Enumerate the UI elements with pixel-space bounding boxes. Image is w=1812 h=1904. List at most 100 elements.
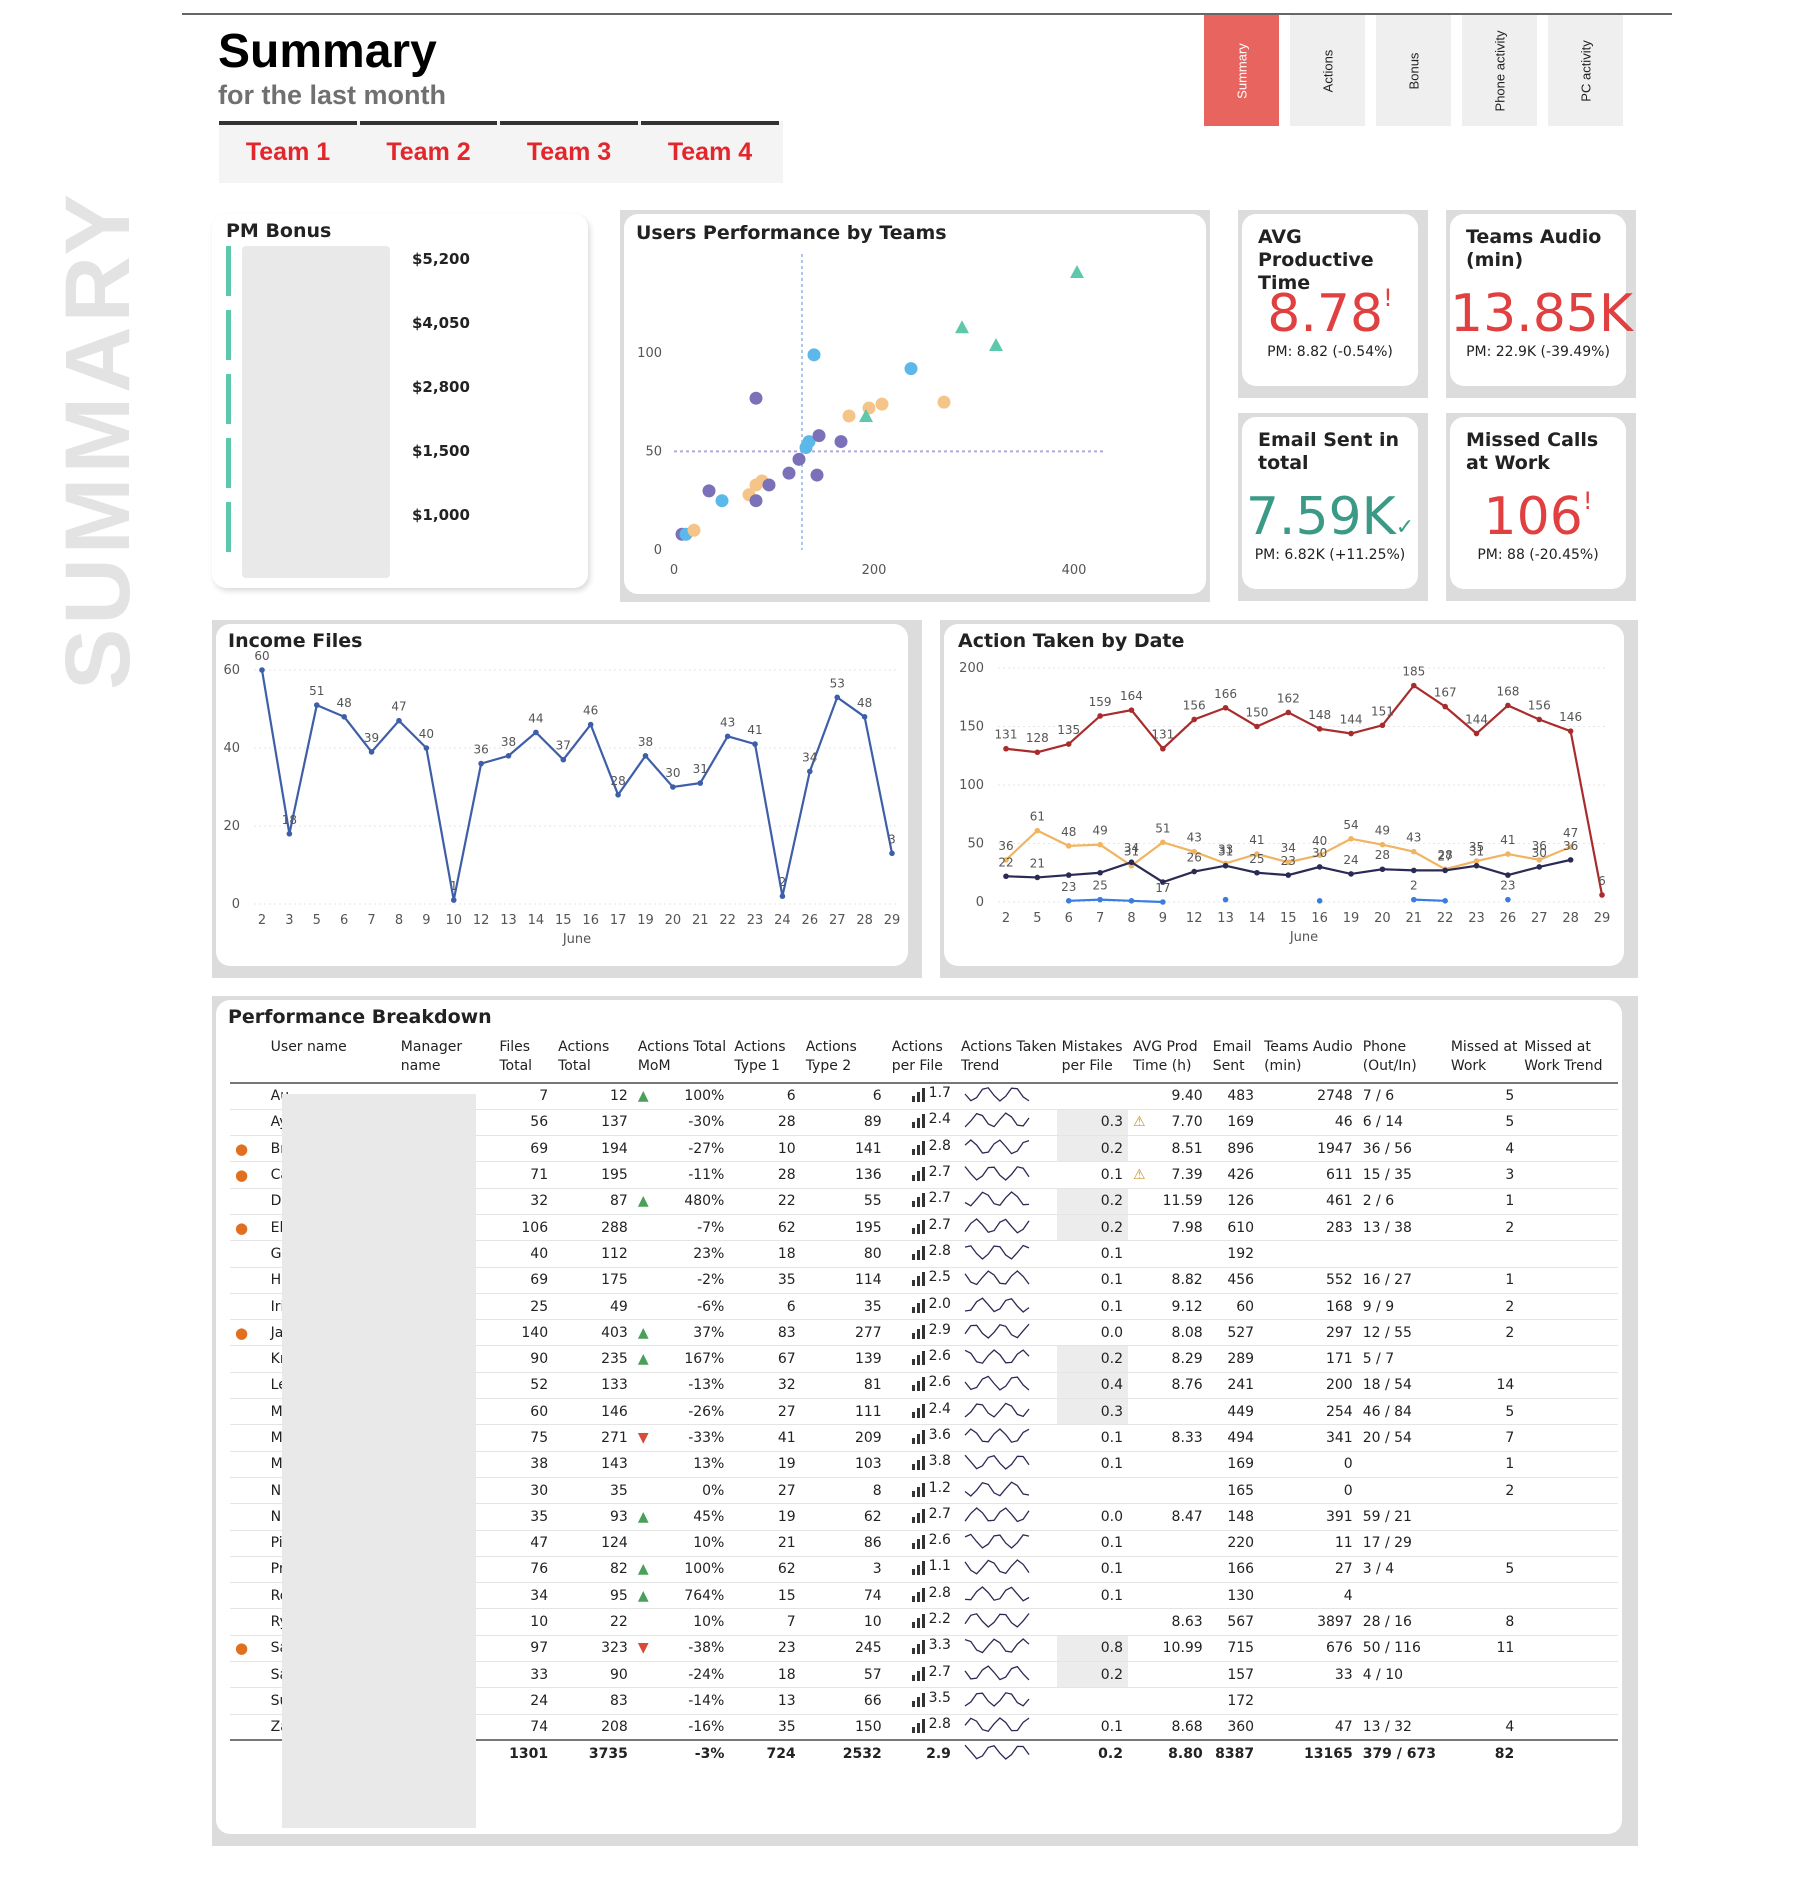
cell-trend <box>955 1214 1057 1242</box>
signal-bars-icon <box>911 1640 925 1655</box>
data-label: 21 <box>1030 856 1045 870</box>
pm-bonus-title: PM Bonus <box>226 220 332 242</box>
cell-phone <box>1357 1451 1446 1478</box>
arrow-up-icon: ▲ <box>637 1324 649 1341</box>
column-header[interactable]: Actions Total MoM <box>632 1038 730 1084</box>
cell-mist: 0.1 <box>1056 1240 1128 1268</box>
series-point <box>670 784 676 790</box>
cell-mist <box>1056 1687 1128 1715</box>
cell-files: 34 <box>494 1582 554 1610</box>
flame-icon: ● <box>235 1323 249 1342</box>
column-header[interactable]: Teams Audio (min) <box>1259 1038 1358 1084</box>
cell-prod: 8.47 <box>1127 1503 1208 1531</box>
cell-audio: 3897 <box>1259 1608 1358 1636</box>
column-header[interactable]: Files Total <box>494 1038 554 1084</box>
cell-files: 40 <box>494 1240 554 1268</box>
cell-mom: 10% <box>632 1608 730 1636</box>
nav-bonus[interactable]: Bonus <box>1376 15 1451 126</box>
column-header[interactable]: Actions Type 2 <box>800 1038 887 1084</box>
apf-value: 2.2 <box>928 1611 951 1628</box>
arrow-up-icon: ▲ <box>637 1193 649 1210</box>
cell-mtrend <box>1519 1345 1618 1373</box>
cell-mtrend <box>1519 1372 1618 1400</box>
data-label: 30 <box>1312 846 1327 860</box>
series-point <box>1065 843 1072 849</box>
nav-summary[interactable]: Summary <box>1204 15 1279 126</box>
column-header[interactable]: Actions Type 1 <box>729 1038 801 1084</box>
cell-mist: 0.4 <box>1056 1372 1128 1400</box>
data-label: 17 <box>1155 881 1170 895</box>
nav-actions[interactable]: Actions <box>1290 15 1365 126</box>
column-header[interactable]: Missed at Work <box>1445 1038 1520 1084</box>
x-tick-label: 20 <box>1374 911 1391 926</box>
column-header[interactable]: Actions Total <box>553 1038 633 1084</box>
tab-team-3[interactable]: Team 3 <box>500 121 638 183</box>
tab-team-4[interactable]: Team 4 <box>641 121 779 183</box>
column-header[interactable]: Mistakes per File <box>1056 1038 1128 1084</box>
mom-value: -30% <box>688 1114 725 1131</box>
apf-value: 2.6 <box>928 1374 951 1391</box>
y-tick-label: 0 <box>976 895 984 910</box>
x-tick-label: 22 <box>1437 911 1454 926</box>
series-point <box>1536 864 1543 870</box>
action-taken-chart: 0501001502002 5 6 7 8 9 12 13 14 15 16 19 20 21 22 23 26… <box>959 661 1610 945</box>
column-header[interactable]: Actions per File <box>886 1038 956 1084</box>
cell-apf: 2.9 <box>886 1739 956 1767</box>
cell-files: 75 <box>494 1424 554 1452</box>
cell-mom: -11% <box>632 1161 730 1189</box>
alert-icon: ! <box>1582 487 1593 515</box>
cell-mom: 0% <box>632 1477 730 1505</box>
cell-phone: 13 / 32 <box>1357 1714 1446 1741</box>
cell-email: 527 <box>1207 1319 1260 1347</box>
series-point <box>1222 862 1229 869</box>
cell-mist: 0.0 <box>1056 1503 1128 1531</box>
bonus-value: $1,000 <box>412 506 470 524</box>
tab-team-2[interactable]: Team 2 <box>360 121 497 183</box>
column-header[interactable]: Missed at Work Trend <box>1519 1038 1618 1084</box>
cell-act: 49 <box>553 1293 633 1321</box>
cell-files: 69 <box>494 1267 554 1294</box>
cell-email: 220 <box>1207 1530 1260 1557</box>
cell-t1: 28 <box>729 1109 801 1137</box>
signal-bars-icon <box>911 1561 925 1576</box>
cell-prod: 8.68 <box>1127 1714 1208 1741</box>
x-tick-label: 21 <box>692 913 709 928</box>
cell-missed <box>1445 1530 1520 1557</box>
action-taken-card: Action Taken by Date 0 50 100 150 200 2 5 6 7 8 9 1… <box>944 624 1624 966</box>
cell-files: 1301 <box>494 1739 554 1767</box>
cell-apf: 3.8 <box>886 1451 956 1478</box>
cell-email: 360 <box>1207 1714 1260 1741</box>
x-tick-label: 22 <box>719 913 736 928</box>
column-header[interactable]: Actions Taken Trend <box>955 1038 1057 1084</box>
data-label: 156 <box>1528 698 1551 712</box>
cell-audio: 0 <box>1259 1451 1358 1478</box>
column-header[interactable]: Email Sent <box>1207 1038 1260 1084</box>
nav-pc-activity[interactable]: PC activity <box>1548 15 1623 126</box>
column-header[interactable]: AVG Prod Time (h) <box>1127 1038 1208 1084</box>
data-label: 166 <box>1214 687 1237 701</box>
scatter-point <box>792 452 806 466</box>
series-point <box>1003 745 1009 752</box>
column-header[interactable]: User name <box>265 1038 396 1084</box>
cell-t1: 67 <box>729 1345 801 1373</box>
column-header[interactable]: Manager name <box>395 1038 495 1084</box>
cell-mom: ▲ 45% <box>632 1503 730 1531</box>
cell-mist: 0.3 <box>1056 1398 1128 1426</box>
cell-mist: 0.1 <box>1056 1556 1128 1584</box>
tab-team-1[interactable]: Team 1 <box>219 121 357 183</box>
sparkline <box>964 1087 1030 1103</box>
cell-apf: 2.8 <box>886 1135 956 1163</box>
series-point <box>1128 859 1135 866</box>
cell-missed: 5 <box>1445 1556 1520 1584</box>
x-tick-label: 8 <box>1127 911 1135 926</box>
cell-email: 241 <box>1207 1372 1260 1400</box>
apf-value: 3.8 <box>928 1453 951 1470</box>
cell-mtrend <box>1519 1214 1618 1242</box>
cell-mom: -16% <box>632 1714 730 1741</box>
nav-phone-activity[interactable]: Phone activity <box>1462 15 1537 126</box>
scatter-point <box>715 494 729 508</box>
cell-prod <box>1127 1398 1208 1426</box>
apf-value: 2.7 <box>928 1164 951 1181</box>
column-header[interactable]: Phone (Out/In) <box>1357 1038 1446 1084</box>
bonus-bar <box>226 438 231 488</box>
